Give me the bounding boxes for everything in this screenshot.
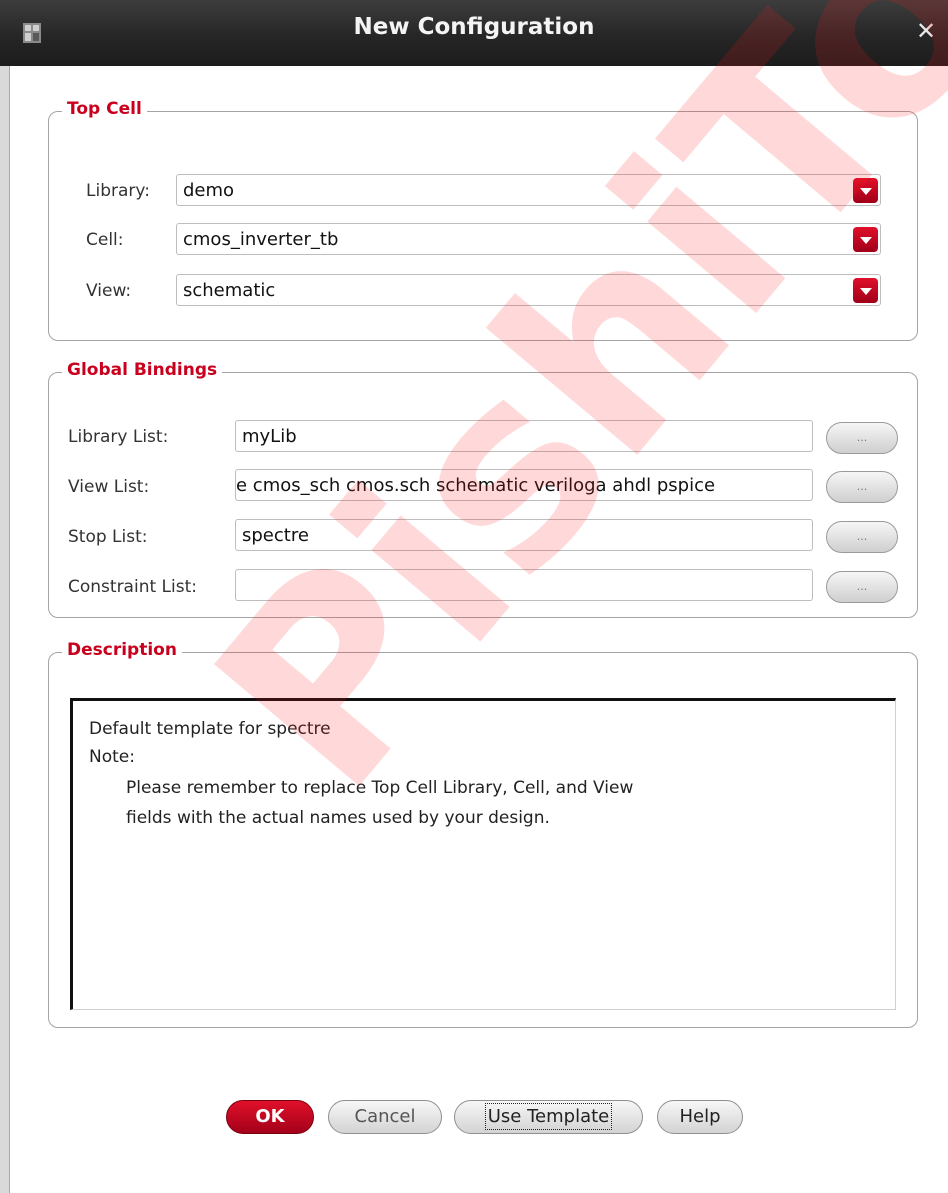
description-line-2: Note: xyxy=(89,747,135,767)
window-title: New Configuration xyxy=(353,14,595,40)
view-label: View: xyxy=(86,281,132,301)
stop-list-label: Stop List: xyxy=(68,527,148,547)
cell-value: cmos_inverter_tb xyxy=(183,229,339,250)
new-configuration-dialog: New Configuration ✕ Top Cell Library: de… xyxy=(0,0,948,1193)
help-button[interactable]: Help xyxy=(657,1100,743,1134)
library-list-value: myLib xyxy=(242,426,297,447)
library-combo[interactable]: demo xyxy=(176,174,881,206)
cell-combo[interactable]: cmos_inverter_tb xyxy=(176,223,881,255)
use-template-button[interactable]: Use Template xyxy=(454,1100,643,1134)
stop-list-browse-button[interactable]: ... xyxy=(826,521,898,553)
view-list-field[interactable]: e cmos_sch cmos.sch schematic veriloga a… xyxy=(235,469,813,501)
description-textarea[interactable]: Default template for spectre Note: Pleas… xyxy=(70,698,896,1010)
top-cell-legend: Top Cell xyxy=(62,99,147,119)
use-template-label: Use Template xyxy=(484,1103,613,1130)
constraint-list-field[interactable] xyxy=(235,569,813,601)
view-list-label: View List: xyxy=(68,477,150,497)
library-label: Library: xyxy=(86,181,150,201)
global-bindings-legend: Global Bindings xyxy=(62,360,223,380)
view-value: schematic xyxy=(183,280,276,301)
description-line-1: Default template for spectre xyxy=(89,719,331,739)
stop-list-value: spectre xyxy=(242,525,309,546)
view-dropdown-icon[interactable] xyxy=(853,278,878,303)
ok-button[interactable]: OK xyxy=(226,1100,314,1134)
library-value: demo xyxy=(183,180,235,201)
window-frame-left xyxy=(0,66,10,1193)
description-line-4: fields with the actual names used by you… xyxy=(126,808,550,828)
cell-label: Cell: xyxy=(86,230,124,250)
view-combo[interactable]: schematic xyxy=(176,274,881,306)
library-list-label: Library List: xyxy=(68,427,169,447)
cancel-button[interactable]: Cancel xyxy=(328,1100,442,1134)
library-list-browse-button[interactable]: ... xyxy=(826,422,898,454)
description-legend: Description xyxy=(62,640,182,660)
stop-list-field[interactable]: spectre xyxy=(235,519,813,551)
title-bar: New Configuration ✕ xyxy=(0,0,948,66)
constraint-list-browse-button[interactable]: ... xyxy=(826,571,898,603)
cell-dropdown-icon[interactable] xyxy=(853,227,878,252)
library-list-field[interactable]: myLib xyxy=(235,420,813,452)
description-line-3: Please remember to replace Top Cell Libr… xyxy=(126,778,634,798)
view-list-value: e cmos_sch cmos.sch schematic veriloga a… xyxy=(236,475,716,496)
close-icon[interactable]: ✕ xyxy=(916,19,936,43)
constraint-list-label: Constraint List: xyxy=(68,577,197,597)
library-dropdown-icon[interactable] xyxy=(853,178,878,203)
view-list-browse-button[interactable]: ... xyxy=(826,471,898,503)
